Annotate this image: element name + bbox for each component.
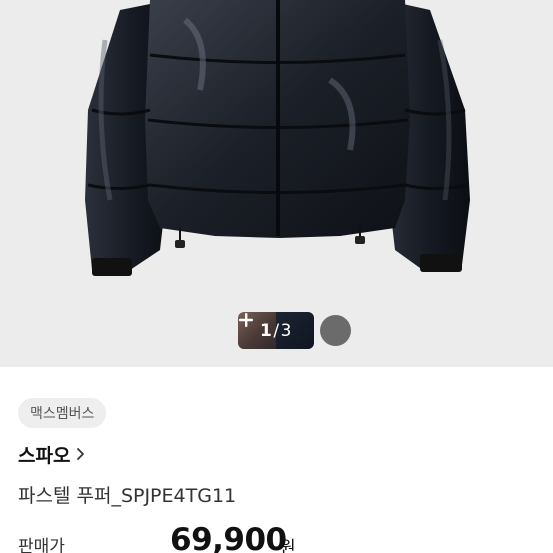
brand-link[interactable]: 스파오 xyxy=(18,441,85,468)
price-row: 판매가 69,900 원 xyxy=(18,522,538,553)
counter-separator: / xyxy=(273,320,280,341)
price-label: 판매가 xyxy=(18,537,65,553)
product-photo[interactable]: 1 / 3 xyxy=(0,0,553,367)
plus-icon xyxy=(239,313,253,327)
current-image-number: 1 xyxy=(260,320,273,341)
chevron-right-icon xyxy=(76,444,85,466)
gallery-indicator: 1 / 3 xyxy=(238,312,351,349)
seller-badge[interactable]: 맥스멤버스 xyxy=(18,398,107,428)
brand-name: 스파오 xyxy=(18,445,71,467)
price-value: 69,900 xyxy=(170,522,287,553)
more-images-button[interactable] xyxy=(239,313,351,346)
seller-badge-label: 맥스멤버스 xyxy=(30,406,95,422)
price-unit: 원 xyxy=(280,538,296,553)
product-title: 파스텔 푸퍼_SPJPE4TG11 xyxy=(18,485,237,507)
total-image-count: 3 xyxy=(280,320,292,341)
